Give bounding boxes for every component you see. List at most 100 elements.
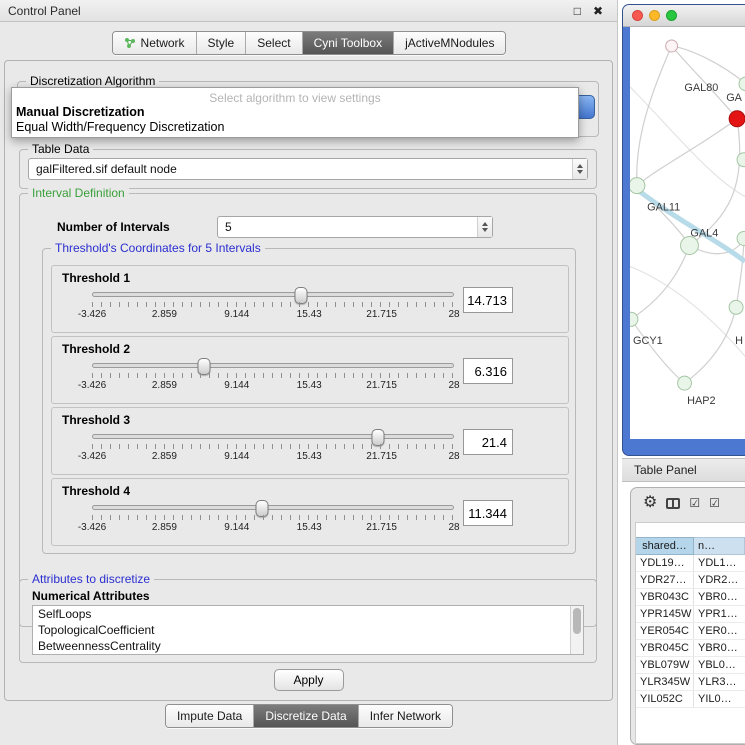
table-row[interactable]: YLR345W YLR3… xyxy=(636,674,745,691)
threshold-3-value-field[interactable]: 21.4 xyxy=(463,429,513,455)
tab-jactivemodules[interactable]: jActiveMNodules xyxy=(394,32,505,54)
select-none-checkbox-icon[interactable]: ☑ xyxy=(709,497,720,509)
slider-scale: -3.426 2.859 9.144 15.43 21.715 28 xyxy=(92,522,454,534)
threshold-3-slider[interactable]: -3.426 2.859 9.144 15.43 21.715 28 xyxy=(92,432,454,464)
cell-shared-name[interactable]: YBL079W xyxy=(636,657,694,673)
network-edge xyxy=(672,46,745,84)
cell-shared-name[interactable]: YPR145W xyxy=(636,606,694,622)
node-label: HAP2 xyxy=(687,395,715,407)
table-row[interactable]: YER054C YER0… xyxy=(636,623,745,640)
cell-name[interactable]: YER0… xyxy=(694,623,745,639)
table-row[interactable]: YBL079W YBL0… xyxy=(636,657,745,674)
table-data-value: galFiltered.sif default node xyxy=(29,159,572,179)
cell-shared-name[interactable]: YER054C xyxy=(636,623,694,639)
column-header-name[interactable]: n… xyxy=(694,537,745,555)
minimize-traffic-light[interactable] xyxy=(649,10,660,21)
table-data-combobox[interactable]: galFiltered.sif default node xyxy=(28,158,588,180)
cell-name[interactable]: YDR2… xyxy=(694,572,745,588)
tab-style[interactable]: Style xyxy=(197,32,247,54)
network-view-window: GAL80 GA GAL11 GAL4 GCY1 H HAP2 xyxy=(622,4,745,456)
tab-select[interactable]: Select xyxy=(246,32,302,54)
cell-name[interactable]: YPR1… xyxy=(694,606,745,622)
apply-button[interactable]: Apply xyxy=(274,669,344,691)
table-row[interactable]: YBR045C YBR0… xyxy=(636,640,745,657)
list-item[interactable]: BetweennessCentrality xyxy=(33,638,583,654)
column-header-shared-name[interactable]: shared… xyxy=(636,537,694,555)
select-all-checkbox-icon[interactable]: ☑ xyxy=(689,497,700,509)
network-node[interactable] xyxy=(666,40,678,52)
gear-icon[interactable]: ⚙ xyxy=(643,495,657,511)
threshold-4-slider[interactable]: -3.426 2.859 9.144 15.43 21.715 28 xyxy=(92,503,454,535)
zoom-traffic-light[interactable] xyxy=(666,10,677,21)
table-data-group-title: Table Data xyxy=(28,142,93,156)
threshold-1-label: Threshold 1 xyxy=(62,271,130,285)
slider-ticks xyxy=(92,302,454,307)
threshold-1-value-field[interactable]: 14.713 xyxy=(463,287,513,313)
cell-name[interactable]: YBR0… xyxy=(694,640,745,656)
tab-discretize-data[interactable]: Discretize Data xyxy=(254,705,358,727)
algorithm-option-equal-width[interactable]: Equal Width/Frequency Discretization xyxy=(12,119,578,134)
tab-infer-label: Infer Network xyxy=(370,709,441,723)
tab-infer-network[interactable]: Infer Network xyxy=(359,705,452,727)
cell-shared-name[interactable]: YIL052C xyxy=(636,691,694,707)
tab-network[interactable]: Network xyxy=(113,32,197,54)
scale-label: 15.43 xyxy=(297,522,322,533)
attributes-to-discretize-group: Attributes to discretize Numerical Attri… xyxy=(19,579,597,663)
scale-label: 28 xyxy=(448,451,459,462)
numerical-attributes-list[interactable]: SelfLoops TopologicalCoefficient Between… xyxy=(32,605,584,655)
cell-name[interactable]: YLR3… xyxy=(694,674,745,690)
scale-label: 9.144 xyxy=(224,451,249,462)
cell-name[interactable]: YBR0… xyxy=(694,589,745,605)
scale-label: 28 xyxy=(448,309,459,320)
cell-shared-name[interactable]: YDR27… xyxy=(636,572,694,588)
network-node[interactable] xyxy=(630,312,638,326)
scale-label: 21.715 xyxy=(366,309,397,320)
slider-track[interactable] xyxy=(92,292,454,297)
table-row[interactable]: YBR043C YBR0… xyxy=(636,589,745,606)
threshold-1-slider[interactable]: -3.426 2.859 9.144 15.43 21.715 28 xyxy=(92,290,454,322)
scrollbar-thumb[interactable] xyxy=(573,608,581,634)
table-row[interactable]: YPR145W YPR1… xyxy=(636,606,745,623)
selected-network-node[interactable] xyxy=(729,111,745,127)
network-canvas[interactable]: GAL80 GA GAL11 GAL4 GCY1 H HAP2 xyxy=(630,27,745,439)
table-row[interactable]: YIL052C YIL0… xyxy=(636,691,745,708)
network-node[interactable] xyxy=(737,153,745,167)
close-traffic-light[interactable] xyxy=(632,10,643,21)
list-item[interactable]: TopologicalCoefficient xyxy=(33,622,583,638)
slider-track[interactable] xyxy=(92,505,454,510)
tab-impute-data[interactable]: Impute Data xyxy=(166,705,254,727)
network-node[interactable] xyxy=(729,300,743,314)
combobox-stepper-icon xyxy=(477,217,492,237)
close-window-button[interactable]: ✖ xyxy=(593,4,603,18)
slider-track[interactable] xyxy=(92,363,454,368)
network-node[interactable] xyxy=(630,178,645,194)
algorithm-dropdown-popup: Select algorithm to view settings Manual… xyxy=(11,87,579,138)
cell-shared-name[interactable]: YBR045C xyxy=(636,640,694,656)
threshold-1-panel: Threshold 1 -3.426 2.859 9.144 15.43 21.… xyxy=(51,265,569,333)
cell-name[interactable]: YIL0… xyxy=(694,691,745,707)
network-node[interactable] xyxy=(678,376,692,390)
list-item[interactable]: SelfLoops xyxy=(33,606,583,622)
cell-shared-name[interactable]: YLR345W xyxy=(636,674,694,690)
network-node[interactable] xyxy=(737,232,745,246)
threshold-2-value-field[interactable]: 6.316 xyxy=(463,358,513,384)
table-row[interactable]: YDR27… YDR2… xyxy=(636,572,745,589)
cell-name[interactable]: YBL0… xyxy=(694,657,745,673)
discretization-algorithm-group-title: Discretization Algorithm xyxy=(26,74,159,88)
slider-track[interactable] xyxy=(92,434,454,439)
cell-name[interactable]: YDL1… xyxy=(694,555,745,571)
algorithm-option-manual[interactable]: Manual Discretization xyxy=(12,104,578,119)
columns-icon[interactable] xyxy=(666,498,680,509)
list-scrollbar[interactable] xyxy=(570,606,583,654)
cell-shared-name[interactable]: YDL19… xyxy=(636,555,694,571)
tab-cyni-toolbox[interactable]: Cyni Toolbox xyxy=(303,32,394,54)
table-row[interactable]: YDL19… YDL1… xyxy=(636,555,745,572)
number-of-intervals-value: 5 xyxy=(218,217,477,237)
cell-shared-name[interactable]: YBR043C xyxy=(636,589,694,605)
scale-label: -3.426 xyxy=(78,451,106,462)
node-label: H xyxy=(735,335,743,347)
threshold-4-value-field[interactable]: 11.344 xyxy=(463,500,513,526)
number-of-intervals-combobox[interactable]: 5 xyxy=(217,216,493,238)
float-window-button[interactable]: □ xyxy=(574,4,581,18)
threshold-2-slider[interactable]: -3.426 2.859 9.144 15.43 21.715 28 xyxy=(92,361,454,393)
